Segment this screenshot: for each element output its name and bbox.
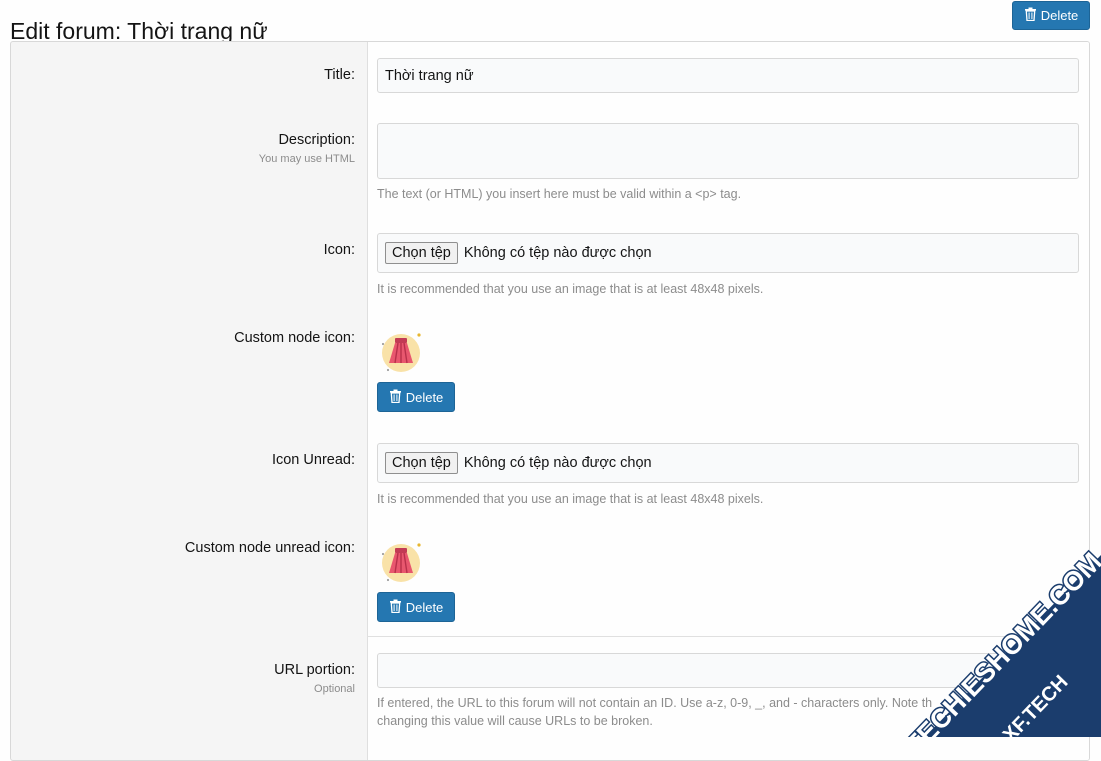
description-hint: The text (or HTML) you insert here must … — [377, 187, 742, 201]
description-sublabel: You may use HTML — [258, 153, 355, 165]
delete-custom-unread-icon-button[interactable]: Delete — [377, 592, 455, 622]
icon-hint: It is recommended that you use an image … — [377, 282, 764, 296]
description-textarea[interactable] — [377, 123, 1079, 179]
forum-edit-form: Title: Thời trang nữ Description: You ma… — [10, 41, 1090, 761]
delete-custom-icon-button[interactable]: Delete — [377, 382, 455, 412]
trash-icon — [389, 599, 402, 616]
icon-label: Icon: — [323, 242, 355, 258]
icon-choose-file-button[interactable]: Chọn tệp — [385, 242, 458, 264]
icon-unread-file-status: Không có tệp nào được chọn — [463, 455, 652, 471]
url-portion-sublabel: Optional — [314, 683, 355, 695]
icon-unread-file-input[interactable]: Chọn tệp Không có tệp nào được chọn — [377, 443, 1079, 483]
description-label: Description: — [278, 132, 355, 148]
icon-unread-choose-file-button[interactable]: Chọn tệp — [385, 452, 458, 474]
icon-unread-label: Icon Unread: — [271, 452, 355, 468]
title-label: Title: — [324, 67, 355, 83]
url-portion-input[interactable] — [377, 653, 1079, 688]
icon-unread-hint: It is recommended that you use an image … — [377, 492, 764, 506]
title-input[interactable]: Thời trang nữ — [377, 58, 1079, 93]
icon-file-input[interactable]: Chọn tệp Không có tệp nào được chọn — [377, 233, 1079, 273]
delete-forum-label: Delete — [1040, 8, 1079, 23]
url-portion-hint-text: If entered, the URL to this forum will n… — [377, 696, 933, 710]
custom-node-icon-label: Custom node icon: — [234, 330, 355, 346]
url-portion-label: URL portion: — [274, 662, 355, 678]
delete-custom-icon-label: Delete — [405, 389, 444, 405]
trash-icon — [389, 389, 402, 406]
skirt-icon — [379, 329, 427, 377]
url-portion-hint-tail: pecifi — [960, 696, 990, 710]
url-portion-hint-line1: If entered, the URL to this forum will n… — [377, 696, 989, 710]
delete-forum-button[interactable]: Delete — [1012, 1, 1090, 30]
skirt-unread-icon — [379, 539, 427, 587]
icon-file-status: Không có tệp nào được chọn — [463, 245, 652, 261]
custom-node-unread-icon-label: Custom node unread icon: — [184, 540, 355, 556]
url-portion-hint-line2: changing this value will cause URLs to b… — [377, 714, 653, 728]
form-divider — [367, 636, 1089, 637]
title-value: Thời trang nữ — [385, 67, 474, 84]
trash-icon — [1024, 7, 1037, 24]
delete-custom-unread-icon-label: Delete — [405, 599, 444, 615]
